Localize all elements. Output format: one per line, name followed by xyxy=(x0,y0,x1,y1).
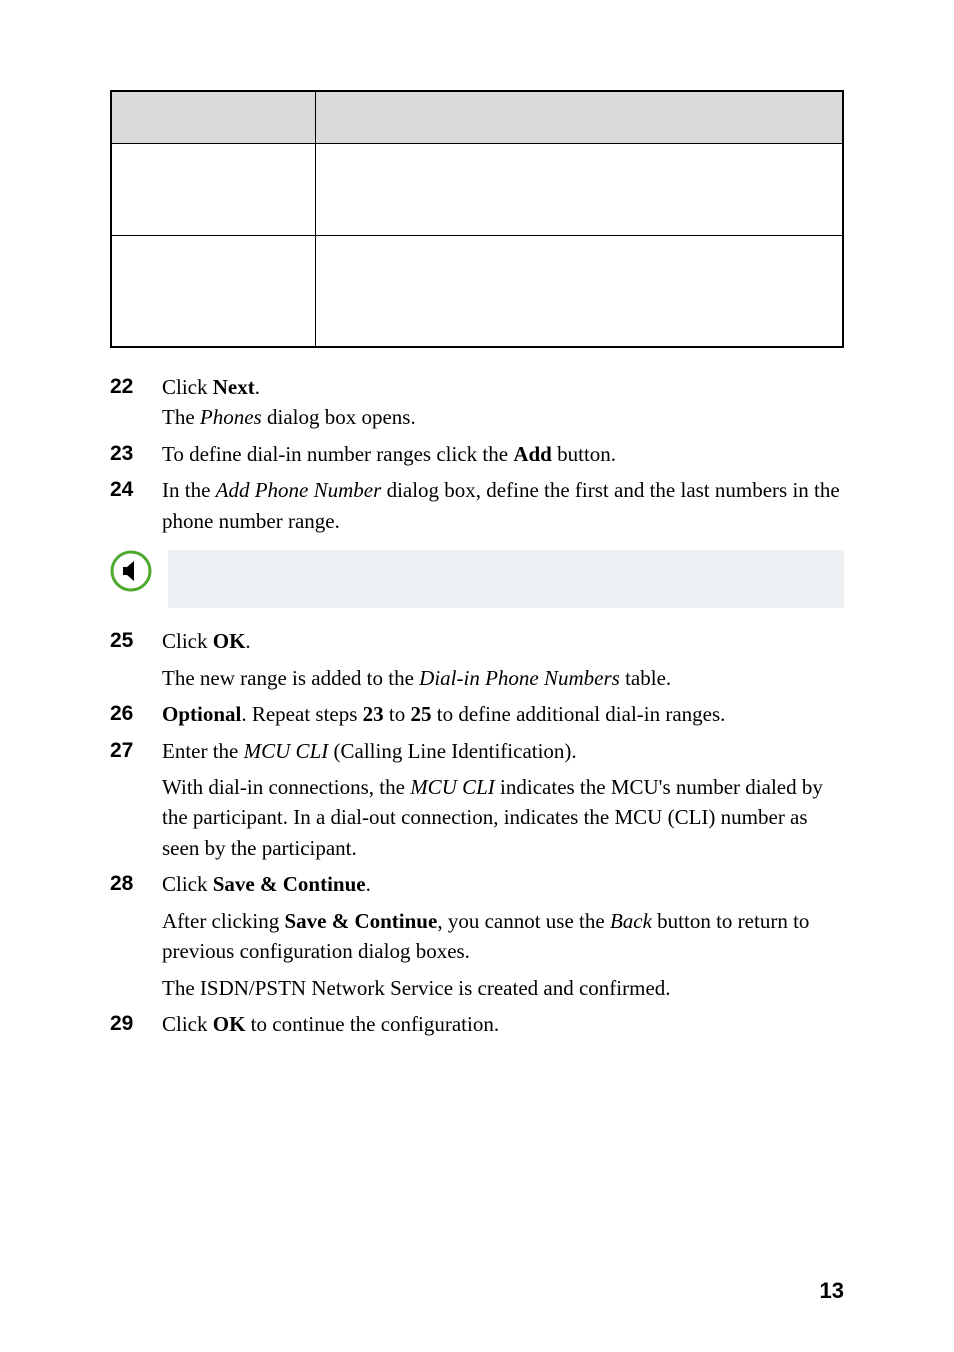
step-number: 26 xyxy=(110,699,133,729)
step-text: Optional. Repeat steps 23 to 25 to defin… xyxy=(162,702,725,726)
step-28: 28 Click Save & Continue. xyxy=(110,869,844,899)
step-subtext: The new range is added to the Dial-in Ph… xyxy=(110,663,844,693)
step-text: Click Next. xyxy=(162,375,260,399)
step-subtext: After clicking Save & Continue, you cann… xyxy=(110,906,844,967)
table-row xyxy=(111,143,843,235)
step-22: 22 Click Next. The Phones dialog box ope… xyxy=(110,372,844,433)
step-25: 25 Click OK. xyxy=(110,626,844,656)
step-26: 26 Optional. Repeat steps 23 to 25 to de… xyxy=(110,699,844,729)
step-text: Click Save & Continue. xyxy=(162,872,371,896)
step-number: 22 xyxy=(110,372,133,402)
step-subtext: With dial-in connections, the MCU CLI in… xyxy=(110,772,844,863)
step-text: Click OK to continue the configuration. xyxy=(162,1012,499,1036)
page-number: 13 xyxy=(820,1278,844,1304)
step-number: 29 xyxy=(110,1009,133,1039)
table-row xyxy=(111,235,843,347)
step-27: 27 Enter the MCU CLI (Calling Line Ident… xyxy=(110,736,844,766)
note-callout xyxy=(110,550,844,608)
step-text: In the Add Phone Number dialog box, defi… xyxy=(162,478,840,532)
step-23: 23 To define dial-in number ranges click… xyxy=(110,439,844,469)
step-text: Click OK. xyxy=(162,629,251,653)
speaker-icon xyxy=(110,550,152,592)
table-cell xyxy=(316,235,843,347)
table-header-field xyxy=(111,91,316,143)
step-number: 27 xyxy=(110,736,133,766)
step-text: Enter the MCU CLI (Calling Line Identifi… xyxy=(162,739,577,763)
table-cell xyxy=(316,143,843,235)
step-text: To define dial-in number ranges click th… xyxy=(162,442,616,466)
table-header-description xyxy=(316,91,843,143)
table-cell xyxy=(111,235,316,347)
step-number: 23 xyxy=(110,439,133,469)
step-24: 24 In the Add Phone Number dialog box, d… xyxy=(110,475,844,536)
step-subtext: The ISDN/PSTN Network Service is created… xyxy=(110,973,844,1003)
step-number: 25 xyxy=(110,626,133,656)
step-subtext: The Phones dialog box opens. xyxy=(162,402,844,432)
step-number: 24 xyxy=(110,475,133,505)
table-cell xyxy=(111,143,316,235)
step-number: 28 xyxy=(110,869,133,899)
note-content xyxy=(168,550,844,608)
config-table xyxy=(110,90,844,348)
step-29: 29 Click OK to continue the configuratio… xyxy=(110,1009,844,1039)
